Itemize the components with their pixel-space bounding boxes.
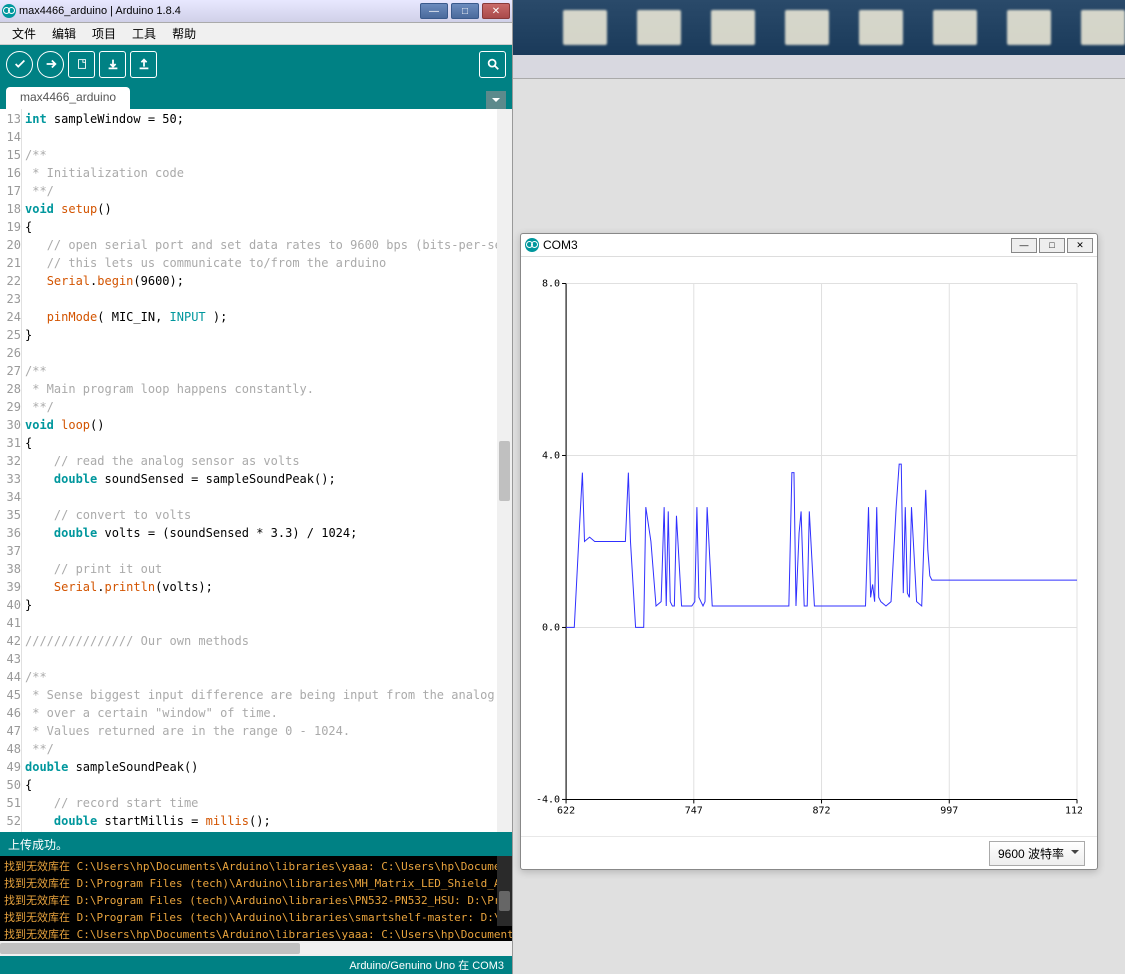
serial-plotter-window: COM3 — □ ✕ 8.0 4.0 0.0 -4.0622 747 872 997 1122… [520,233,1098,870]
svg-text:747: 747 [685,806,703,817]
plotter-footer: 9600 波特率 [521,836,1097,869]
plotter-minimize-button[interactable]: — [1011,238,1037,253]
plotter-titlebar[interactable]: COM3 — □ ✕ [521,234,1097,257]
folder-icon[interactable] [711,10,755,45]
maximize-button[interactable]: □ [451,3,479,19]
line-gutter: 1314151617181920212223242526272829303132… [0,109,22,832]
editor-tabs: max4466_arduino [0,83,512,109]
menu-edit[interactable]: 编辑 [44,23,84,44]
window-title: max4466_arduino | Arduino 1.8.4 [19,5,420,17]
plot-area: 8.0 4.0 0.0 -4.0622 747 872 997 1122 [531,277,1082,826]
output-console[interactable]: 找到无效库在 C:\Users\hp\Documents\Arduino\lib… [0,856,512,941]
serial-monitor-button[interactable] [479,51,506,78]
code-editor[interactable]: 1314151617181920212223242526272829303132… [0,109,512,832]
folder-icon[interactable] [1007,10,1051,45]
menu-sketch[interactable]: 项目 [84,23,124,44]
toolbar [0,45,512,83]
arduino-ide-window: max4466_arduino | Arduino 1.8.4 — □ ✕ 文件… [0,0,513,974]
new-button[interactable] [68,51,95,78]
svg-text:-4.0: -4.0 [536,795,560,806]
folder-icon[interactable] [859,10,903,45]
editor-vscrollbar[interactable] [497,109,512,832]
folder-icon[interactable] [1081,10,1125,45]
svg-text:1122: 1122 [1065,806,1082,817]
svg-text:622: 622 [557,806,575,817]
save-button[interactable] [130,51,157,78]
svg-text:8.0: 8.0 [542,279,560,290]
menu-bar: 文件 编辑 项目 工具 帮助 [0,23,512,45]
menu-help[interactable]: 帮助 [164,23,204,44]
plotter-close-button[interactable]: ✕ [1067,238,1093,253]
svg-text:0.0: 0.0 [542,623,560,634]
folder-icon[interactable] [933,10,977,45]
verify-button[interactable] [6,51,33,78]
plotter-maximize-button[interactable]: □ [1039,238,1065,253]
svg-text:872: 872 [812,806,830,817]
minimize-button[interactable]: — [420,3,448,19]
menu-tools[interactable]: 工具 [124,23,164,44]
tab-sketch[interactable]: max4466_arduino [6,87,130,109]
code-area[interactable]: int sampleWindow = 50; /** * Initializat… [22,109,497,832]
ide-footer: Arduino/Genuino Uno 在 COM3 [0,956,512,974]
console-hscrollbar[interactable] [0,941,512,956]
baud-rate-select[interactable]: 9600 波特率 [989,841,1085,866]
close-button[interactable]: ✕ [482,3,510,19]
desktop-icons-row [513,0,1125,55]
svg-text:997: 997 [940,806,958,817]
desktop-bar [513,55,1125,79]
menu-file[interactable]: 文件 [4,23,44,44]
folder-icon[interactable] [785,10,829,45]
arduino-logo-icon [2,4,16,18]
plot-svg: 8.0 4.0 0.0 -4.0622 747 872 997 1122 [531,277,1082,826]
folder-icon[interactable] [563,10,607,45]
arduino-logo-icon [525,238,539,252]
tab-menu-dropdown[interactable] [486,91,506,109]
folder-icon[interactable] [637,10,681,45]
upload-button[interactable] [37,51,64,78]
ide-titlebar[interactable]: max4466_arduino | Arduino 1.8.4 — □ ✕ [0,0,512,23]
status-bar: 上传成功。 [0,832,512,856]
console-vscrollbar[interactable] [497,856,512,926]
svg-text:4.0: 4.0 [542,451,560,462]
plotter-title: COM3 [543,238,1011,252]
open-button[interactable] [99,51,126,78]
